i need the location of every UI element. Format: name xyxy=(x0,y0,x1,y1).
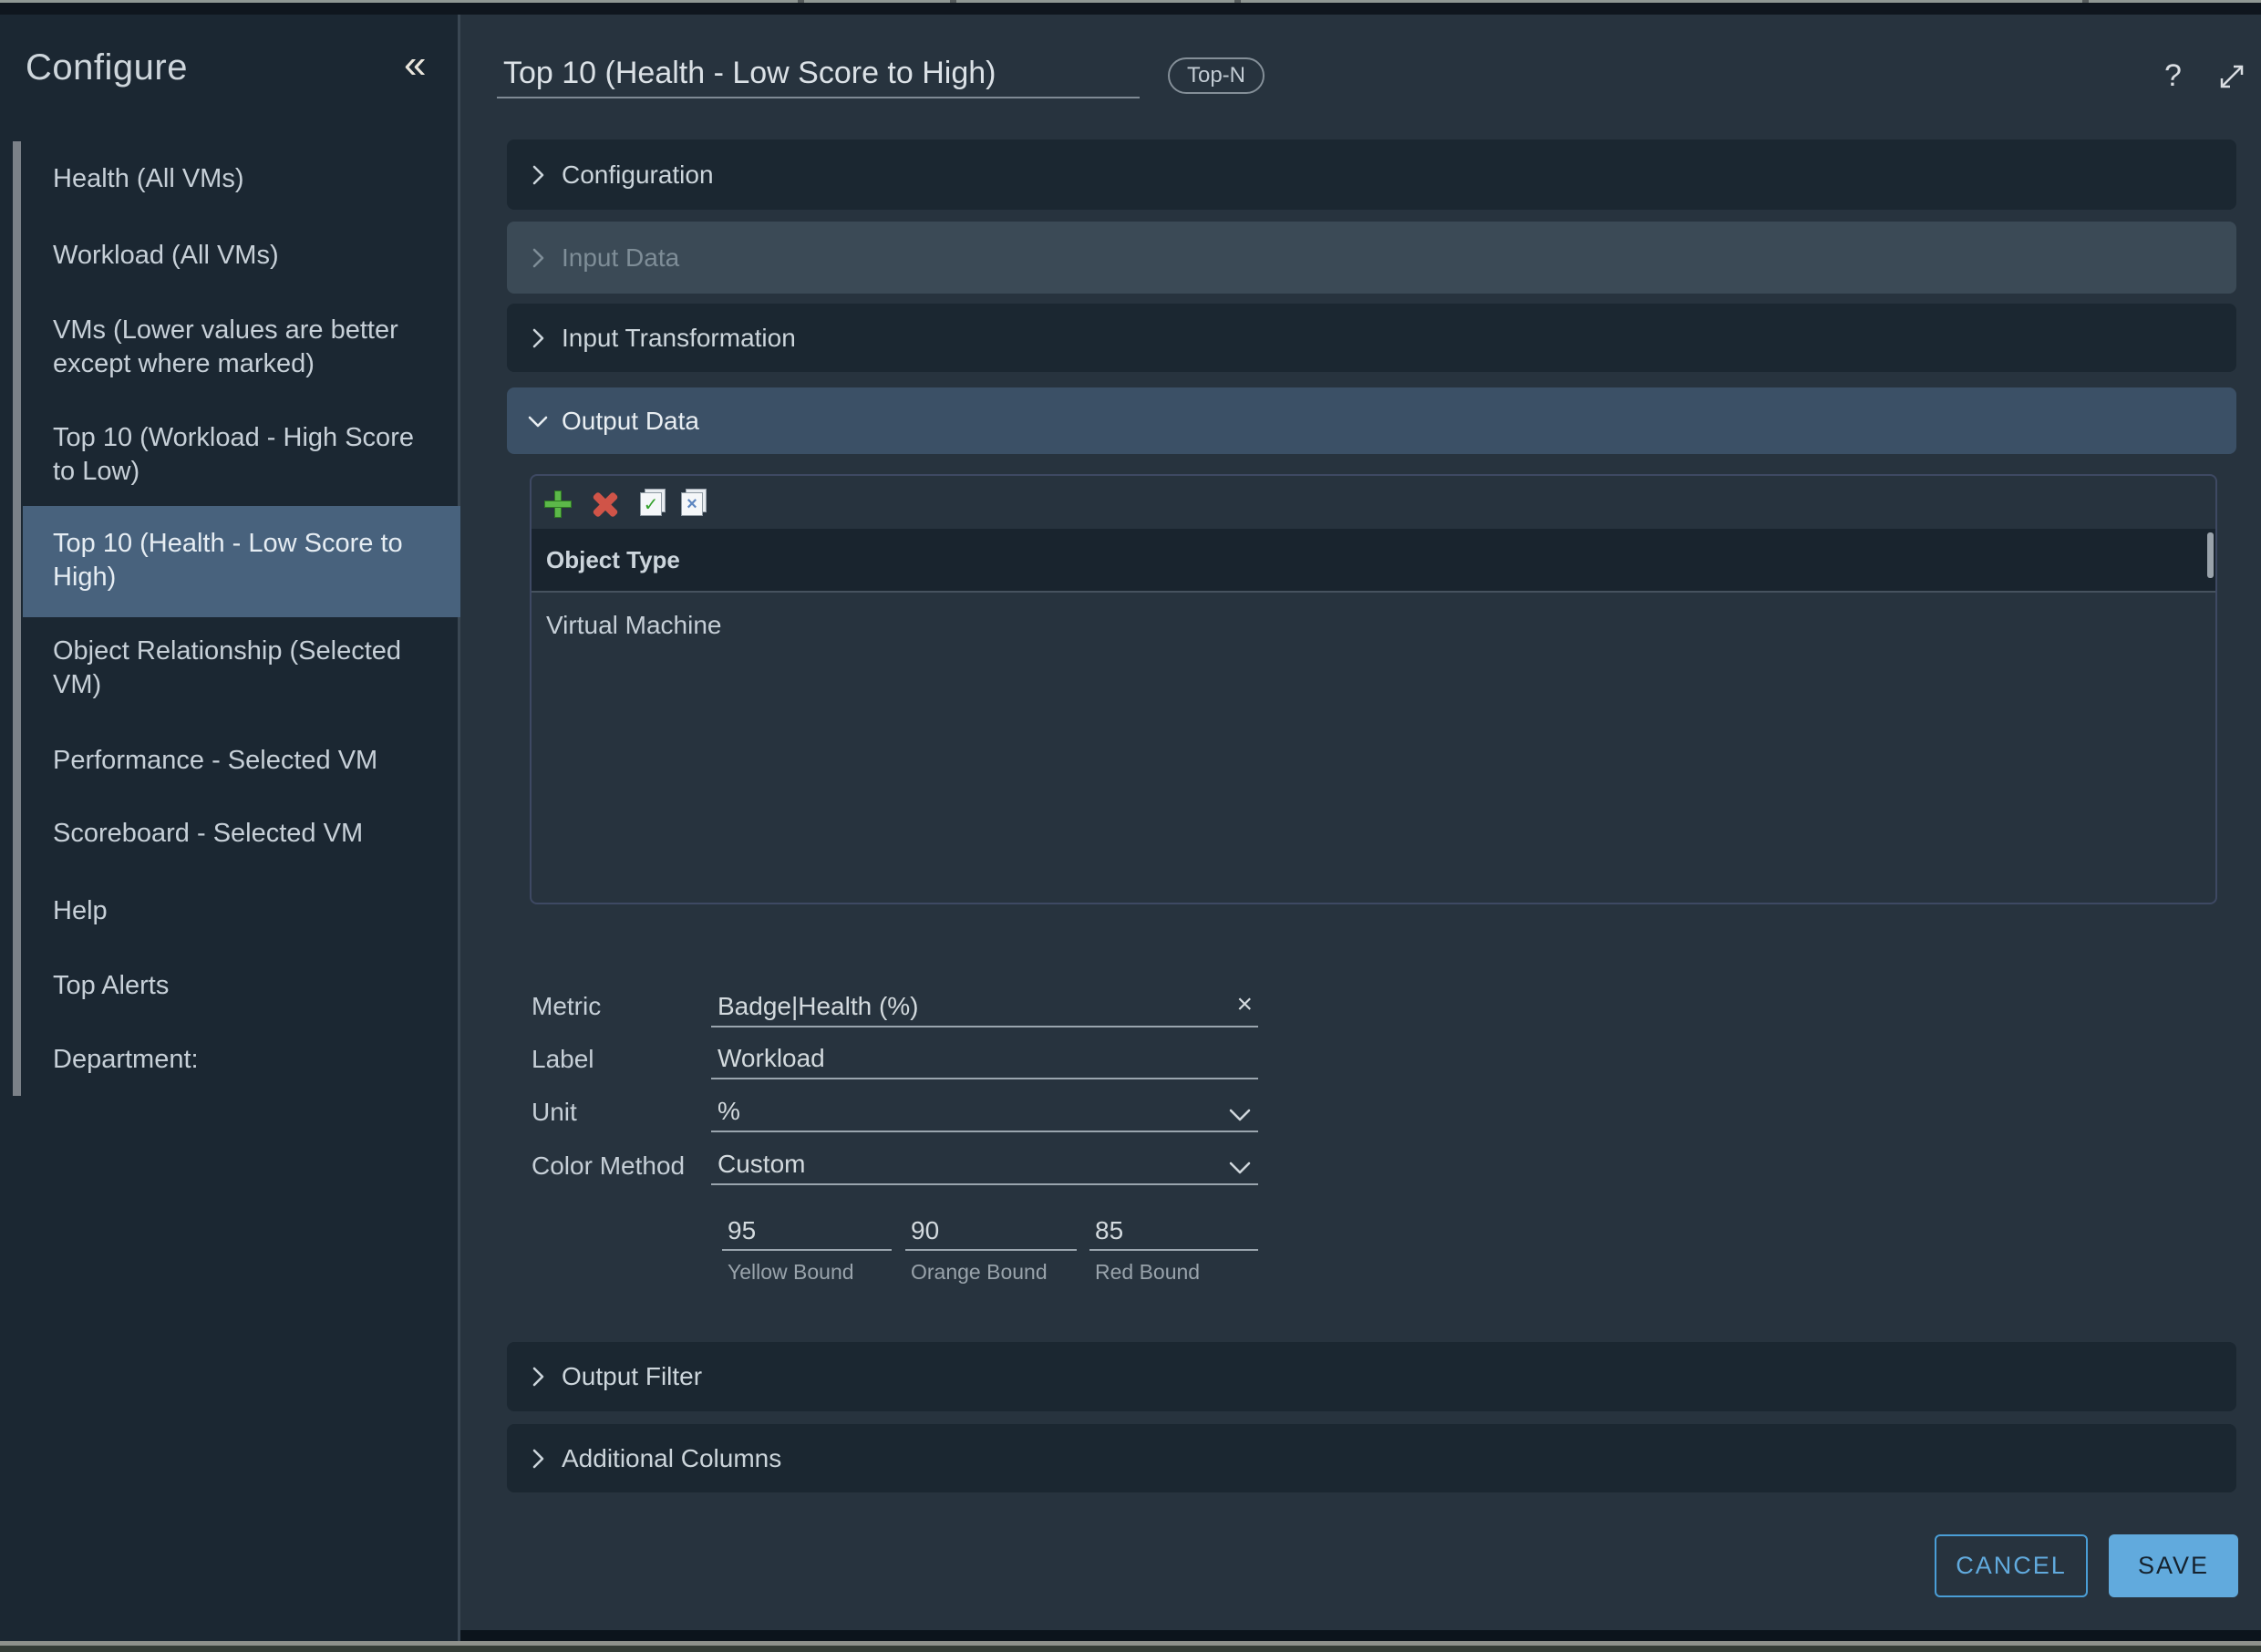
yellow-bound-value: 95 xyxy=(728,1216,756,1245)
sidebar-item-top10-health-selected[interactable]: Top 10 (Health - Low Score to High) xyxy=(23,506,460,617)
chevron-right-icon xyxy=(526,246,550,270)
column-header-object-type: Object Type xyxy=(546,546,680,574)
sidebar-item-help[interactable]: Help xyxy=(23,889,460,934)
metric-input[interactable]: Badge|Health (%) × xyxy=(711,989,1258,1027)
accordion-additional-columns[interactable]: Additional Columns xyxy=(507,1424,2236,1492)
chevron-down-icon xyxy=(1227,1160,1253,1176)
yellow-bound-caption: Yellow Bound xyxy=(728,1260,854,1285)
remove-icon[interactable] xyxy=(592,490,619,518)
add-icon[interactable] xyxy=(544,490,572,518)
red-bound-caption: Red Bound xyxy=(1095,1260,1200,1285)
chevron-down-icon xyxy=(526,409,550,433)
accordion-output-filter[interactable]: Output Filter xyxy=(507,1342,2236,1411)
chevron-right-icon xyxy=(526,163,550,187)
save-button[interactable]: SAVE xyxy=(2109,1534,2238,1597)
color-method-field-label: Color Method xyxy=(532,1151,685,1181)
sidebar-item-top10-workload[interactable]: Top 10 (Workload - High Score to Low) xyxy=(23,416,460,494)
grid-row-virtual-machine[interactable]: Virtual Machine xyxy=(532,594,2215,656)
grid-toolbar: ✓ × xyxy=(532,476,2215,529)
orange-bound-value: 90 xyxy=(911,1216,939,1245)
orange-bound-input[interactable]: 90 xyxy=(905,1214,1077,1251)
sidebar-item-vms-lower-values[interactable]: VMs (Lower values are better except wher… xyxy=(23,308,460,387)
accordion-input-transformation[interactable]: Input Transformation xyxy=(507,304,2236,372)
accordion-input-data: Input Data xyxy=(507,222,2236,294)
accordion-label: Configuration xyxy=(562,160,714,190)
orange-bound-caption: Orange Bound xyxy=(911,1260,1048,1285)
grid-cell-object-type: Virtual Machine xyxy=(546,611,721,640)
widget-title-text: Top 10 (Health - Low Score to High) xyxy=(503,56,996,91)
clear-metric-icon[interactable]: × xyxy=(1236,991,1253,1018)
widget-type-badge: Top-N xyxy=(1168,57,1265,94)
sidebar-item-scoreboard-selected-vm[interactable]: Scoreboard - Selected VM xyxy=(23,811,460,856)
sidebar-item-health-all-vms[interactable]: Health (All VMs) xyxy=(23,157,460,201)
metric-value: Badge|Health (%) xyxy=(718,992,919,1021)
cancel-button[interactable]: CANCEL xyxy=(1935,1534,2088,1597)
unit-field-label: Unit xyxy=(532,1098,577,1127)
sidebar-scroll-rail[interactable] xyxy=(13,141,21,1096)
sidebar-item-workload-all-vms[interactable]: Workload (All VMs) xyxy=(23,233,460,278)
uncheck-all-icon[interactable]: × xyxy=(681,490,705,516)
unit-select[interactable]: % xyxy=(711,1095,1258,1132)
unit-value: % xyxy=(718,1097,740,1126)
accordion-label: Input Transformation xyxy=(562,324,796,353)
red-bound-value: 85 xyxy=(1095,1216,1123,1245)
sidebar-item-object-relationship[interactable]: Object Relationship (Selected VM) xyxy=(23,629,460,707)
chevron-right-icon xyxy=(526,326,550,350)
chevron-down-icon xyxy=(1227,1107,1253,1123)
accordion-configuration[interactable]: Configuration xyxy=(507,139,2236,210)
sidebar-title: Configure xyxy=(26,47,188,88)
red-bound-input[interactable]: 85 xyxy=(1089,1214,1258,1251)
accordion-label: Input Data xyxy=(562,243,679,273)
sidebar-item-top-alerts[interactable]: Top Alerts xyxy=(23,964,460,1008)
color-method-value: Custom xyxy=(718,1150,805,1179)
object-type-grid-panel: ✓ × Object Type Virtual Machine xyxy=(530,474,2217,904)
collapse-sidebar-icon[interactable]: « xyxy=(404,42,426,88)
chevron-right-icon xyxy=(526,1365,550,1389)
grid-scrollbar-thumb[interactable] xyxy=(2207,532,2214,578)
sidebar-item-department[interactable]: Department: xyxy=(23,1038,460,1082)
bottom-edge-strip xyxy=(0,1646,2261,1652)
widget-configure-dialog: Configure « Health (All VMs) Workload (A… xyxy=(0,0,2261,1652)
check-all-icon[interactable]: ✓ xyxy=(640,490,664,516)
help-icon[interactable]: ? xyxy=(2164,58,2182,94)
color-method-select[interactable]: Custom xyxy=(711,1148,1258,1185)
label-field-label: Label xyxy=(532,1045,594,1074)
accordion-output-data[interactable]: Output Data xyxy=(507,387,2236,454)
yellow-bound-input[interactable]: 95 xyxy=(722,1214,892,1251)
sidebar-item-performance-selected-vm[interactable]: Performance - Selected VM xyxy=(23,738,460,783)
accordion-label: Output Data xyxy=(562,407,699,436)
bottom-frame-bar xyxy=(460,1630,2261,1641)
label-input[interactable]: Workload xyxy=(711,1042,1258,1079)
metric-field-label: Metric xyxy=(532,992,601,1021)
accordion-label: Additional Columns xyxy=(562,1444,781,1473)
widget-title-input[interactable]: Top 10 (Health - Low Score to High) xyxy=(497,55,1140,98)
label-value: Workload xyxy=(718,1044,825,1073)
grid-column-header[interactable]: Object Type xyxy=(532,529,2215,593)
chevron-right-icon xyxy=(526,1447,550,1471)
expand-dialog-icon[interactable] xyxy=(2217,62,2246,91)
accordion-label: Output Filter xyxy=(562,1362,702,1391)
top-frame-bar xyxy=(0,3,2261,15)
